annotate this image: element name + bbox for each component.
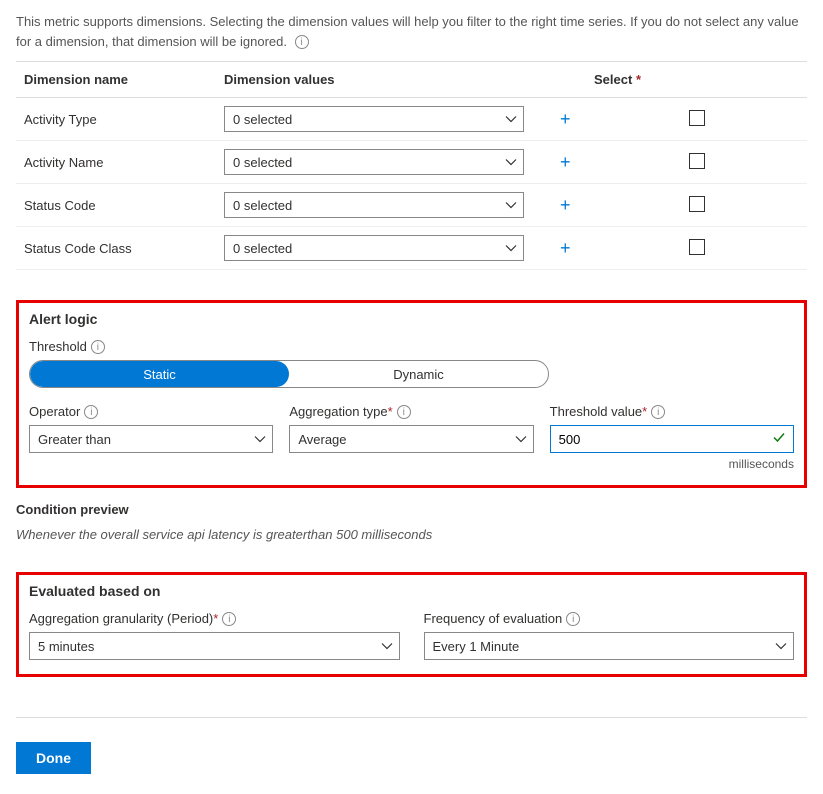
info-icon[interactable]: i bbox=[222, 612, 236, 626]
table-row: Status Code 0 selected + bbox=[16, 184, 807, 227]
operator-select[interactable]: Greater than bbox=[29, 425, 273, 453]
chevron-down-icon bbox=[515, 433, 527, 445]
toggle-dynamic[interactable]: Dynamic bbox=[289, 361, 548, 387]
select-checkbox[interactable] bbox=[689, 239, 705, 255]
operator-label: Operator i bbox=[29, 404, 273, 419]
select-checkbox[interactable] bbox=[689, 153, 705, 169]
dimension-name-cell: Activity Type bbox=[16, 98, 216, 141]
dimension-values-select[interactable]: 0 selected bbox=[224, 235, 524, 261]
chevron-down-icon bbox=[254, 433, 266, 445]
evaluated-title: Evaluated based on bbox=[29, 583, 794, 599]
select-checkbox[interactable] bbox=[689, 196, 705, 212]
col-dimension-values: Dimension values bbox=[216, 62, 546, 98]
condition-preview-text: Whenever the overall service api latency… bbox=[16, 527, 807, 542]
intro-text: This metric supports dimensions. Selecti… bbox=[16, 12, 807, 51]
dimension-name-cell: Status Code Class bbox=[16, 227, 216, 270]
table-row: Activity Type 0 selected + bbox=[16, 98, 807, 141]
threshold-value-label: Threshold value * i bbox=[550, 404, 794, 419]
threshold-label: Threshold i bbox=[29, 339, 794, 354]
info-icon[interactable]: i bbox=[397, 405, 411, 419]
info-icon[interactable]: i bbox=[651, 405, 665, 419]
threshold-value-input[interactable] bbox=[550, 425, 794, 453]
done-button[interactable]: Done bbox=[16, 742, 91, 774]
info-icon[interactable]: i bbox=[295, 35, 309, 49]
info-icon[interactable]: i bbox=[91, 340, 105, 354]
evaluated-based-on-section: Evaluated based on Aggregation granulari… bbox=[16, 572, 807, 677]
chevron-down-icon bbox=[505, 242, 517, 254]
dimension-name-cell: Status Code bbox=[16, 184, 216, 227]
period-label: Aggregation granularity (Period) * i bbox=[29, 611, 400, 626]
threshold-toggle: Static Dynamic bbox=[29, 360, 549, 388]
frequency-select[interactable]: Every 1 Minute bbox=[424, 632, 795, 660]
condition-preview-title: Condition preview bbox=[16, 502, 807, 517]
toggle-static[interactable]: Static bbox=[30, 361, 289, 387]
dimension-name-cell: Activity Name bbox=[16, 141, 216, 184]
dimension-values-select[interactable]: 0 selected bbox=[224, 106, 524, 132]
chevron-down-icon bbox=[505, 199, 517, 211]
col-select: Select * bbox=[586, 62, 807, 98]
chevron-down-icon bbox=[775, 640, 787, 652]
frequency-label: Frequency of evaluation i bbox=[424, 611, 795, 626]
threshold-unit: milliseconds bbox=[550, 457, 794, 471]
info-icon[interactable]: i bbox=[566, 612, 580, 626]
alert-logic-title: Alert logic bbox=[29, 311, 794, 327]
chevron-down-icon bbox=[505, 156, 517, 168]
dimension-values-select[interactable]: 0 selected bbox=[224, 149, 524, 175]
dimension-values-select[interactable]: 0 selected bbox=[224, 192, 524, 218]
aggregation-type-label: Aggregation type * i bbox=[289, 404, 533, 419]
chevron-down-icon bbox=[505, 113, 517, 125]
dimensions-table: Dimension name Dimension values Select *… bbox=[16, 61, 807, 270]
check-icon bbox=[772, 431, 786, 448]
add-dimension-button[interactable]: + bbox=[554, 109, 577, 130]
chevron-down-icon bbox=[381, 640, 393, 652]
add-dimension-button[interactable]: + bbox=[554, 238, 577, 259]
add-dimension-button[interactable]: + bbox=[554, 152, 577, 173]
col-dimension-name: Dimension name bbox=[16, 62, 216, 98]
add-dimension-button[interactable]: + bbox=[554, 195, 577, 216]
info-icon[interactable]: i bbox=[84, 405, 98, 419]
select-checkbox[interactable] bbox=[689, 110, 705, 126]
footer: Done bbox=[16, 717, 807, 774]
aggregation-type-select[interactable]: Average bbox=[289, 425, 533, 453]
table-row: Activity Name 0 selected + bbox=[16, 141, 807, 184]
table-row: Status Code Class 0 selected + bbox=[16, 227, 807, 270]
period-select[interactable]: 5 minutes bbox=[29, 632, 400, 660]
alert-logic-section: Alert logic Threshold i Static Dynamic O… bbox=[16, 300, 807, 488]
